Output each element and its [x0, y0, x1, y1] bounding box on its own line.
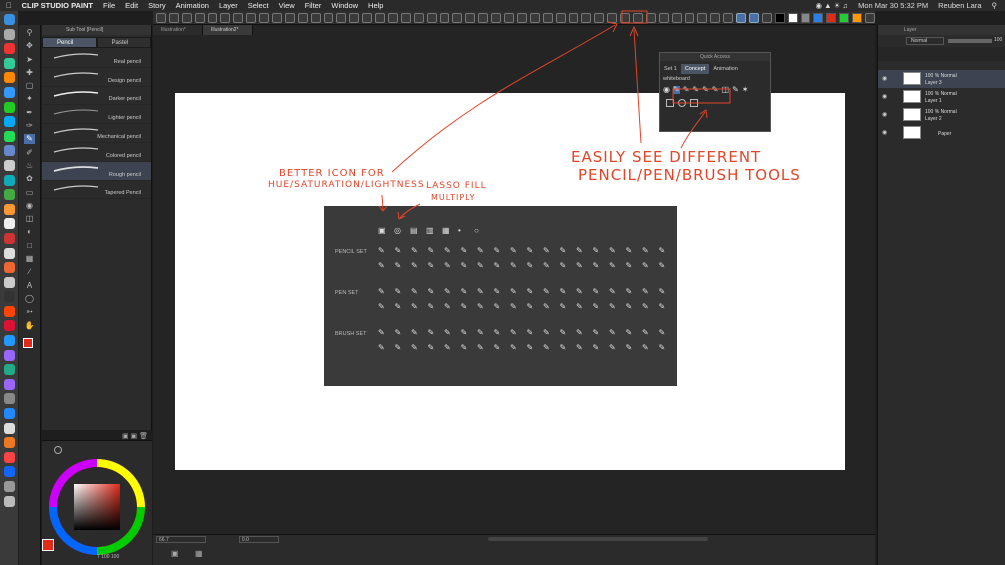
annotation-arrows	[378, 10, 731, 220]
annotation-pencil-pen-brush: PENCIL/PEN/BRUSH TOOLS	[578, 166, 801, 184]
annotation-lasso-fill: LASSO FILL	[426, 181, 487, 191]
annotation-better-icon: BETTER ICON FOR	[279, 168, 385, 179]
annotation-easily-see: EASILY SEE DIFFERENT	[571, 148, 762, 166]
annotation-multiply: MULTIPLY	[431, 193, 476, 202]
annotation-hue-saturation: HUE/SATURATION/LIGHTNESS	[268, 180, 425, 190]
